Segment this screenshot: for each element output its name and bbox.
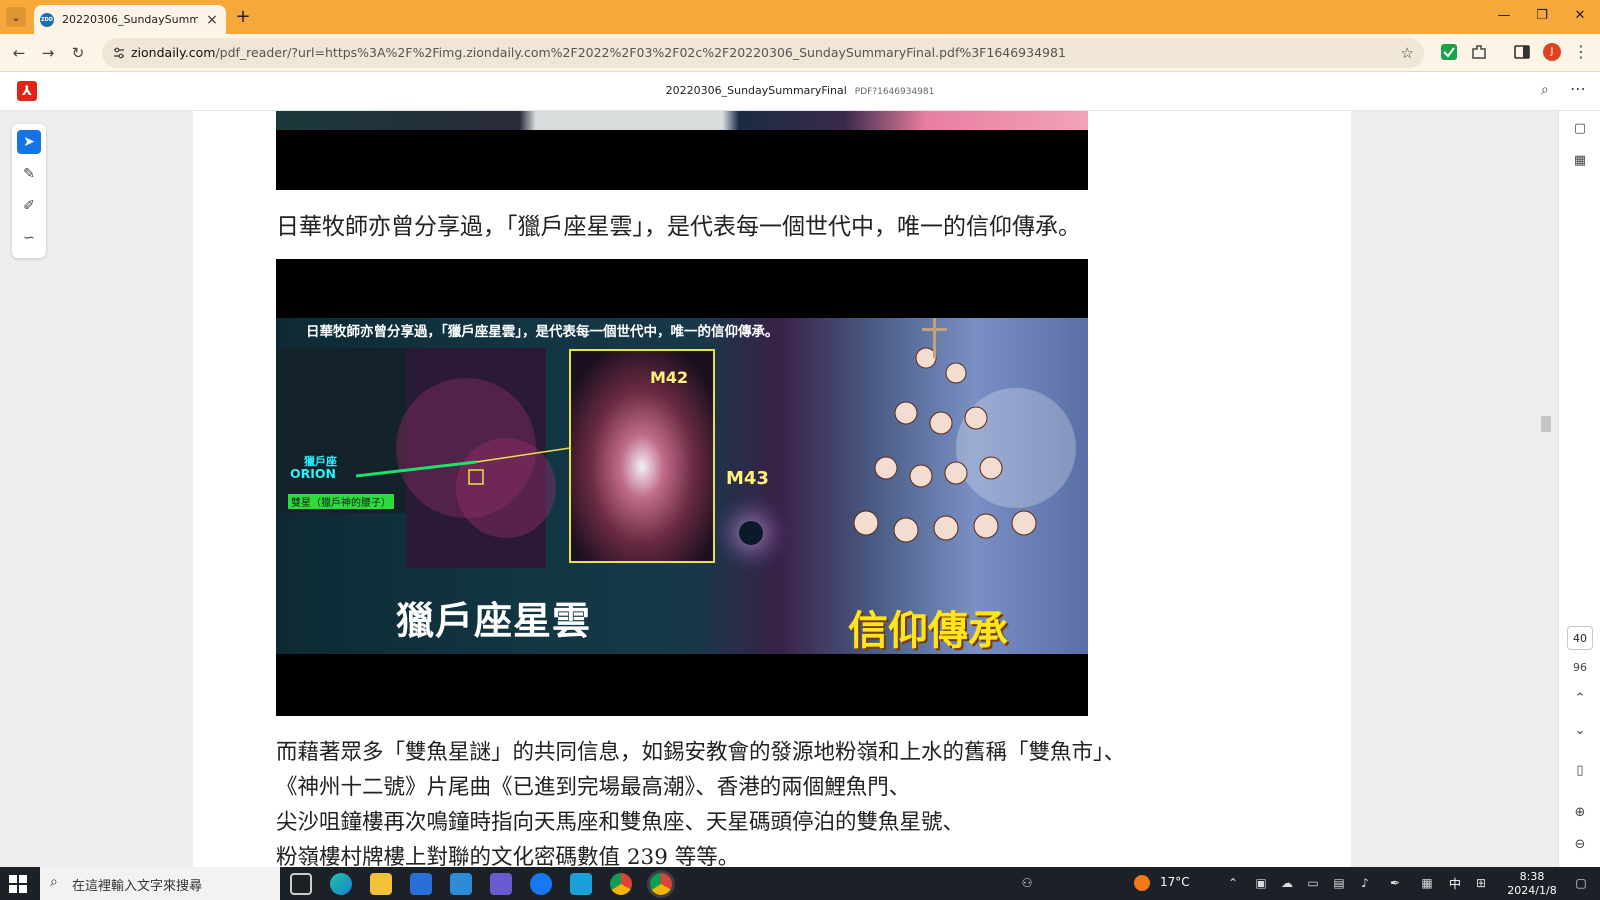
input-method-indicator[interactable]: 中 <box>1449 875 1461 892</box>
minimize-window-icon[interactable]: — <box>1494 8 1514 23</box>
select-tool-cursor-icon[interactable]: ➤ <box>17 130 41 154</box>
current-page-input[interactable]: 40 <box>1567 626 1593 650</box>
ime-mode-icon[interactable]: ⊞ <box>1474 876 1488 890</box>
paragraph-line: 而藉著眾多「雙魚星謎」的共同信息，如錫安教會的發源地粉嶺和上水的舊稱「雙魚市」、 <box>276 740 1126 765</box>
chrome-active-icon[interactable] <box>650 873 672 895</box>
zoom-out-icon[interactable]: ⊖ <box>1571 837 1589 855</box>
notifications-icon[interactable]: ▢ <box>1574 876 1588 890</box>
scrollbar-thumb[interactable] <box>1541 416 1551 432</box>
next-page-chevron-down-icon[interactable]: ⌄ <box>1571 723 1589 741</box>
chevron-down-icon: ⌄ <box>11 10 21 24</box>
taskbar-search-box[interactable]: ⌕ 在這裡輸入文字來搜尋 <box>40 867 280 900</box>
total-pages: 96 <box>1573 661 1587 674</box>
document-title: 20220306_SundaySummaryFinal PDF?164693498… <box>665 84 935 97</box>
file-explorer-icon[interactable] <box>370 873 392 895</box>
zoom-in-icon[interactable]: ⊕ <box>1571 805 1589 823</box>
extension-check-icon[interactable] <box>1440 43 1458 61</box>
active-tab[interactable]: ZDD 20220306_SundaySummaryFinal.pdf × <box>34 5 226 34</box>
profile-avatar[interactable]: J <box>1543 43 1561 61</box>
slide-image-top <box>276 111 1088 190</box>
task-view-icon[interactable] <box>290 873 312 895</box>
page-view-icon[interactable]: ▯ <box>1571 763 1589 781</box>
annotation-toolbar: ➤ ✎ ✐ ∽ <box>12 124 46 258</box>
close-tab-icon[interactable]: × <box>204 12 220 28</box>
clock-time[interactable]: 8:38 <box>1505 870 1559 883</box>
chrome-icon[interactable] <box>610 873 632 895</box>
taskbar-search-placeholder: 在這裡輸入文字來搜尋 <box>72 879 203 894</box>
browser-toolbar: ← → ↻ ziondaily.com/pdf_reader/?url=http… <box>0 34 1600 72</box>
show-hidden-icons-chevron-up-icon[interactable]: ⌃ <box>1226 876 1240 890</box>
search-icon: ⌕ <box>50 874 58 890</box>
body-text-line: 日華牧師亦曾分享過，「獵戶座星雲」，是代表每一個世代中，唯一的信仰傳承。 <box>276 214 1081 240</box>
paragraph-line: 尖沙咀鐘樓再次鳴鐘時指向天馬座和雙魚座、天星碼頭停泊的雙魚星號、 <box>276 810 965 835</box>
highlight-pen-icon[interactable]: ✐ <box>17 194 41 218</box>
forward-arrow-icon[interactable]: → <box>37 42 59 64</box>
app-s-icon[interactable] <box>570 873 592 895</box>
facebook-icon[interactable] <box>530 873 552 895</box>
clock-date[interactable]: 2024/1/8 <box>1505 884 1559 897</box>
m43-label: M43 <box>726 468 769 489</box>
address-bar[interactable]: ziondaily.com/pdf_reader/?url=https%3A%2… <box>102 38 1424 68</box>
browser-tab-strip: ⌄ ZDD 20220306_SundaySummaryFinal.pdf × … <box>0 0 1600 34</box>
right-side-panel: ▢ ▦ 40 96 ⌃ ⌄ ▯ ⊕ ⊖ <box>1558 111 1600 867</box>
microsoft-store-icon[interactable] <box>410 873 432 895</box>
slide-title-faith-heritage: 信仰傳承 <box>848 608 1008 654</box>
twin-star-label: 雙星（獵戶神的腰子） <box>288 494 394 509</box>
thumbnails-grid-icon[interactable]: ▦ <box>1571 153 1589 171</box>
slide-caption: 日華牧師亦曾分享過，「獵戶座星雲」，是代表每一個世代中，唯一的信仰傳承。 <box>306 324 779 340</box>
more-options-icon[interactable]: ⋯ <box>1570 79 1586 98</box>
paragraph-line: 《神州十二號》片尾曲《已進到完場最高潮》、香港的兩個鯉魚門、 <box>276 775 911 800</box>
chrome-menu-icon[interactable]: ⋮ <box>1572 43 1590 61</box>
network-icon[interactable]: ▤ <box>1332 876 1346 890</box>
url-text: ziondaily.com/pdf_reader/?url=https%3A%2… <box>131 45 1066 60</box>
new-tab-plus-icon[interactable]: + <box>233 6 253 27</box>
orion-nebula-graphic: 日華牧師亦曾分享過，「獵戶座星雲」，是代表每一個世代中，唯一的信仰傳承。 獵戶座… <box>276 318 1088 654</box>
app-icon[interactable] <box>490 873 512 895</box>
onedrive-cloud-icon[interactable]: ☁ <box>1280 876 1294 890</box>
site-info-tune-icon[interactable] <box>112 46 126 60</box>
weather-temperature[interactable]: 17°C <box>1160 875 1190 889</box>
extensions-puzzle-icon[interactable] <box>1470 43 1488 61</box>
orion-label-en: ORION <box>290 466 336 481</box>
restore-window-icon[interactable]: ❐ <box>1532 8 1552 23</box>
tab-search-button[interactable]: ⌄ <box>6 7 26 27</box>
search-icon[interactable]: ⌕ <box>1541 82 1549 98</box>
pen-ink-icon[interactable]: ✒ <box>1388 876 1402 890</box>
edge-browser-icon[interactable] <box>330 873 352 895</box>
reload-icon[interactable]: ↻ <box>67 42 89 64</box>
pdf-viewer-header: ⅄ 20220306_SundaySummaryFinal PDF?1646934… <box>0 73 1600 111</box>
lasso-draw-icon[interactable]: ∽ <box>17 226 41 250</box>
bookmark-star-icon[interactable]: ☆ <box>1401 44 1414 62</box>
slide-top-image-strip <box>276 111 1088 130</box>
site-favicon-icon: ZDD <box>40 12 54 27</box>
previous-page-chevron-up-icon[interactable]: ⌃ <box>1571 691 1589 709</box>
m42-label: M42 <box>650 368 689 387</box>
accessibility-icon[interactable]: ⚇ <box>1020 876 1034 890</box>
weather-sun-icon[interactable] <box>1134 875 1150 891</box>
tab-title: 20220306_SundaySummaryFinal.pdf <box>62 13 198 26</box>
add-comment-icon[interactable]: ✎ <box>17 162 41 186</box>
comments-icon[interactable]: ▢ <box>1571 121 1589 139</box>
windows-start-icon[interactable] <box>9 875 27 893</box>
slide-title-orion-nebula: 獵戶座星雲 <box>396 599 592 643</box>
windows-taskbar: ⌕ 在這裡輸入文字來搜尋 ⚇ 17°C ⌃ ▣ ☁ ▭ ▤ ♪ ✒ ▦ 中 ⊞ … <box>0 867 1600 900</box>
volume-icon[interactable]: ♪ <box>1358 876 1372 890</box>
side-panel-icon[interactable] <box>1513 43 1531 61</box>
back-arrow-icon[interactable]: ← <box>8 42 30 64</box>
battery-icon[interactable]: ▭ <box>1306 876 1320 890</box>
mail-icon[interactable] <box>450 873 472 895</box>
keyboard-icon[interactable]: ▦ <box>1420 876 1434 890</box>
close-window-icon[interactable]: ✕ <box>1570 8 1590 23</box>
meet-now-icon[interactable]: ▣ <box>1254 876 1268 890</box>
